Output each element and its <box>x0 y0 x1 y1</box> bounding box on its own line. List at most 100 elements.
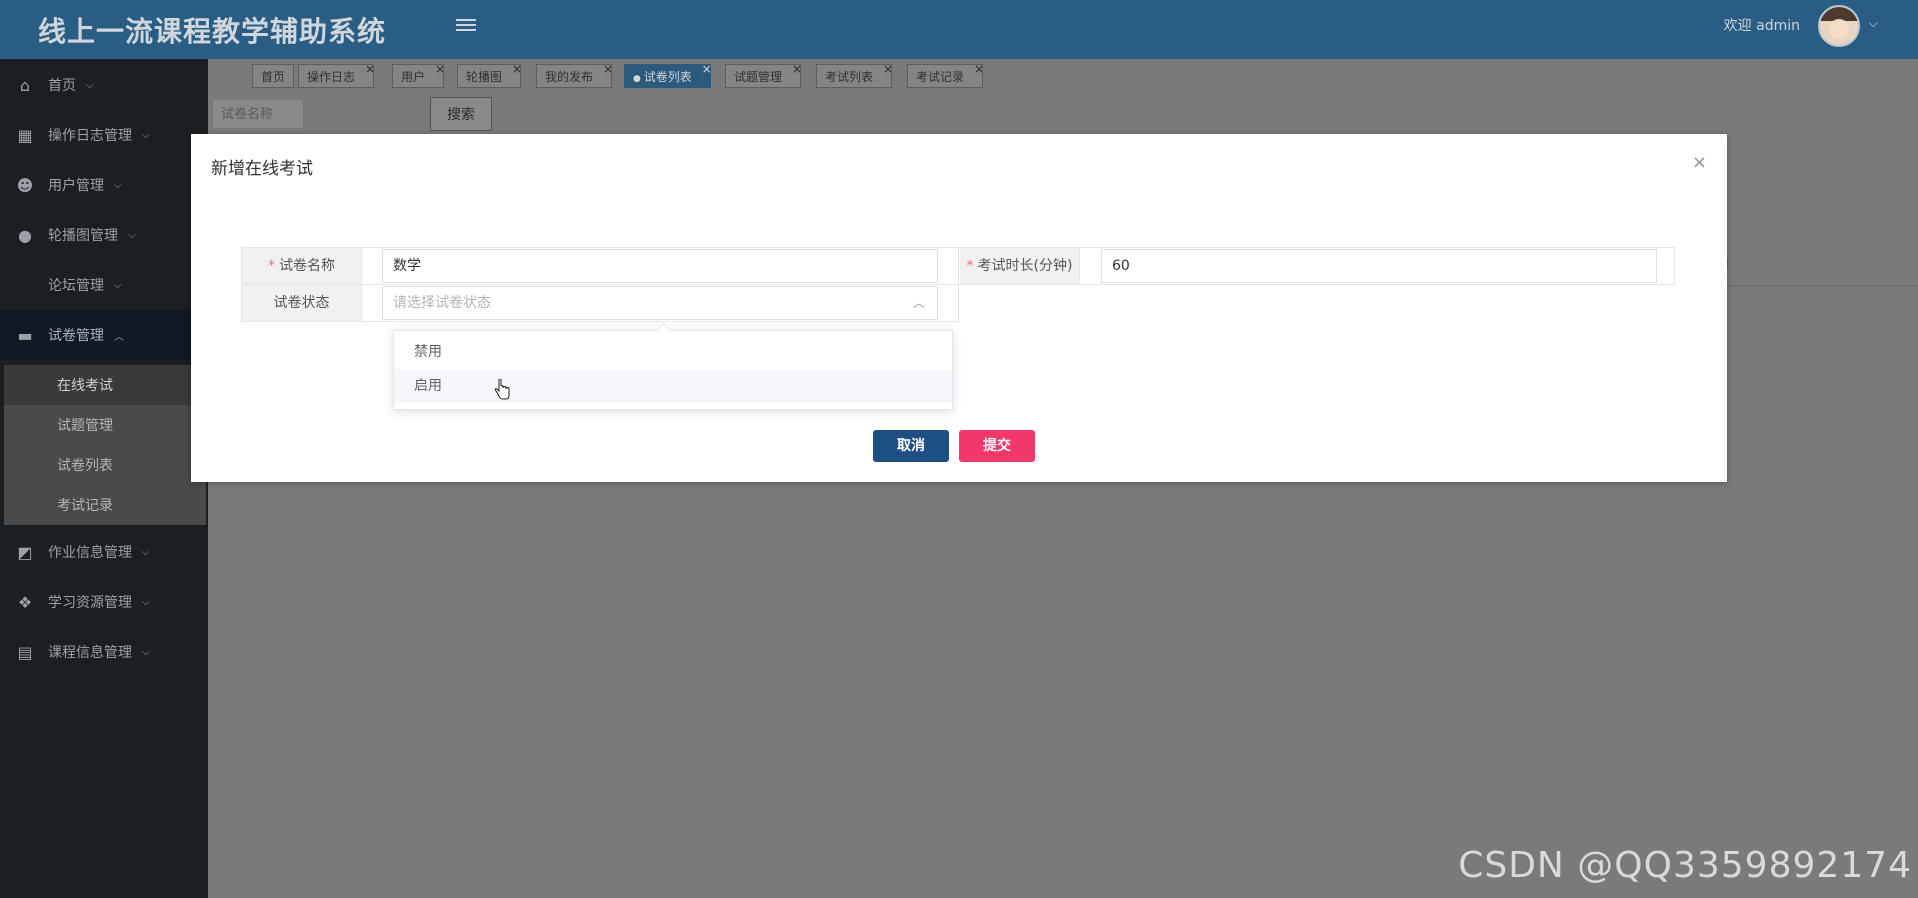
sidebar-item-label: 作业信息管理 <box>48 545 132 561</box>
sidebar-item-label: 试卷管理 <box>48 328 104 344</box>
chat-icon: ● <box>18 225 32 245</box>
sidebar-item-course[interactable]: ▤ 课程信息管理 ⌵ <box>0 627 208 677</box>
close-icon[interactable]: × <box>435 57 445 81</box>
close-icon[interactable]: × <box>792 57 802 81</box>
user-icon: ☻ <box>16 175 34 195</box>
tab-question-manage[interactable]: 试题管理 × <box>725 62 802 88</box>
chevron-up-icon: ︿ <box>114 331 124 343</box>
tab-my-posts[interactable]: 我的发布 × <box>536 62 613 88</box>
sidebar-item-carousel[interactable]: ● 轮播图管理 ⌵ <box>0 210 208 260</box>
menu-toggle-icon[interactable] <box>456 16 476 34</box>
sidebar-item-forum[interactable]: 论坛管理 ⌵ <box>0 260 208 310</box>
close-icon[interactable]: × <box>702 57 712 81</box>
sidebar: ⌂ 首页 ⌵ ▦ 操作日志管理 ⌵ ☻ 用户管理 ⌵ ● 轮播图管理 ⌵ 论坛管… <box>0 59 208 898</box>
submenu-item-paper-list[interactable]: 试卷列表 <box>4 445 206 485</box>
tab-label: 试题管理 <box>734 70 783 84</box>
sidebar-item-resources[interactable]: ❖ 学习资源管理 ⌵ <box>0 577 208 627</box>
chevron-down-icon: ⌵ <box>114 179 122 191</box>
status-select[interactable]: 请选择试卷状态 ︿ <box>382 286 938 320</box>
home-icon: ⌂ <box>19 75 31 95</box>
apps-icon: ❖ <box>17 592 33 612</box>
sidebar-item-label: 课程信息管理 <box>48 645 132 661</box>
hand-cursor-icon <box>494 379 510 400</box>
tab-bar: 首页 操作日志 × 用户 × 轮播图 × 我的发布 × ● 试卷列表 × 试题管理 × 考试… <box>208 59 1918 96</box>
paper-name-input[interactable]: 数学 <box>382 249 938 283</box>
search-button[interactable]: 搜索 <box>430 97 492 131</box>
sidebar-item-label: 用户管理 <box>48 178 104 194</box>
sidebar-item-label: 学习资源管理 <box>48 595 132 611</box>
tab-operation-log[interactable]: 操作日志 × <box>298 62 375 88</box>
close-icon[interactable]: × <box>1692 152 1707 173</box>
app-title: 线上一流课程教学辅助系统 <box>38 15 387 48</box>
sidebar-item-home[interactable]: ⌂ 首页 ⌵ <box>0 60 208 110</box>
status-option-enabled[interactable]: 启用 <box>394 369 952 403</box>
tab-users[interactable]: 用户 × <box>392 62 445 88</box>
sidebar-item-label: 首页 <box>48 78 76 94</box>
required-mark: * <box>268 258 275 274</box>
paper-name-label: * 试卷名称 <box>242 248 362 284</box>
form-row-2: 试卷状态 请选择试卷状态 ︿ <box>241 284 959 322</box>
close-icon[interactable]: × <box>974 57 984 81</box>
watermark: CSDN @QQ3359892174 <box>1458 845 1912 886</box>
tab-label: 用户 <box>401 70 426 84</box>
sidebar-item-label: 论坛管理 <box>48 278 104 294</box>
duration-input[interactable]: 60 <box>1101 249 1657 283</box>
sidebar-item-users[interactable]: ☻ 用户管理 ⌵ <box>0 160 208 210</box>
exam-submenu: 在线考试 试题管理 试卷列表 考试记录 <box>2 363 208 527</box>
tab-exam-records[interactable]: 考试记录 × <box>907 62 984 88</box>
status-label: 试卷状态 <box>242 285 362 321</box>
top-header: 线上一流课程教学辅助系统 欢迎 admin ⌵ <box>0 0 1918 59</box>
sidebar-item-exam-paper[interactable]: ▬ 试卷管理 ︿ <box>0 310 208 360</box>
chevron-up-icon: ︿ <box>912 296 925 310</box>
tab-exam-list[interactable]: 考试列表 × <box>816 62 893 88</box>
chevron-down-icon[interactable]: ⌵ <box>1869 16 1878 31</box>
label-text: 试卷名称 <box>279 258 335 274</box>
option-label: 启用 <box>414 378 442 394</box>
sidebar-item-label: 轮播图管理 <box>48 228 118 244</box>
submenu-item-online-exam[interactable]: 在线考试 <box>4 365 206 405</box>
tab-paper-list[interactable]: ● 试卷列表 × <box>624 62 712 88</box>
chevron-down-icon: ⌵ <box>128 229 136 241</box>
building-icon: ▤ <box>17 642 33 662</box>
chevron-down-icon: ⌵ <box>142 546 150 558</box>
tab-label: 考试记录 <box>916 70 965 84</box>
duration-label: * 考试时长(分钟) <box>960 248 1080 284</box>
welcome-text: 欢迎 admin <box>1723 18 1800 34</box>
tab-label: 操作日志 <box>307 70 356 84</box>
submenu-item-exam-records[interactable]: 考试记录 <box>4 485 206 525</box>
search-input[interactable]: 试卷名称 <box>212 99 304 129</box>
tab-carousel[interactable]: 轮播图 × <box>457 62 522 88</box>
chevron-down-icon: ⌵ <box>114 279 122 291</box>
cancel-button[interactable]: 取消 <box>873 430 949 462</box>
add-exam-dialog: 新增在线考试 × * 试卷名称 数学 * 考试时长(分钟) 60 试卷状态 请选择试… <box>191 134 1727 482</box>
chart-icon: ◩ <box>17 542 33 562</box>
cell-divider <box>958 248 959 284</box>
close-icon[interactable]: × <box>883 57 893 81</box>
tab-label: 轮播图 <box>466 70 503 84</box>
close-icon[interactable]: × <box>603 57 613 81</box>
tab-label: 首页 <box>261 70 286 84</box>
submenu-item-question-manage[interactable]: 试题管理 <box>4 405 206 445</box>
status-option-disabled[interactable]: 禁用 <box>394 335 952 369</box>
tab-label: 我的发布 <box>545 70 594 84</box>
sidebar-item-label: 操作日志管理 <box>48 128 132 144</box>
sidebar-item-homework[interactable]: ◩ 作业信息管理 ⌵ <box>0 527 208 577</box>
monitor-icon: ▬ <box>17 325 33 345</box>
chevron-down-icon: ⌵ <box>142 129 150 141</box>
close-icon[interactable]: × <box>512 57 522 81</box>
chevron-down-icon: ⌵ <box>142 596 150 608</box>
sidebar-item-operation-log[interactable]: ▦ 操作日志管理 ⌵ <box>0 110 208 160</box>
close-icon[interactable]: × <box>365 57 375 81</box>
form-row-1: * 试卷名称 数学 * 考试时长(分钟) 60 <box>241 247 1675 285</box>
label-text: 考试时长(分钟) <box>977 258 1073 274</box>
avatar[interactable] <box>1818 5 1860 47</box>
chevron-down-icon: ⌵ <box>142 646 150 658</box>
status-placeholder: 请选择试卷状态 <box>393 295 491 311</box>
grid-icon: ▦ <box>17 125 33 145</box>
submit-button[interactable]: 提交 <box>959 430 1035 462</box>
tab-label: 考试列表 <box>825 70 874 84</box>
chevron-down-icon: ⌵ <box>86 79 94 91</box>
dialog-title: 新增在线考试 <box>211 159 313 179</box>
tab-home[interactable]: 首页 <box>252 64 295 88</box>
status-dropdown: 禁用 启用 <box>393 322 953 410</box>
